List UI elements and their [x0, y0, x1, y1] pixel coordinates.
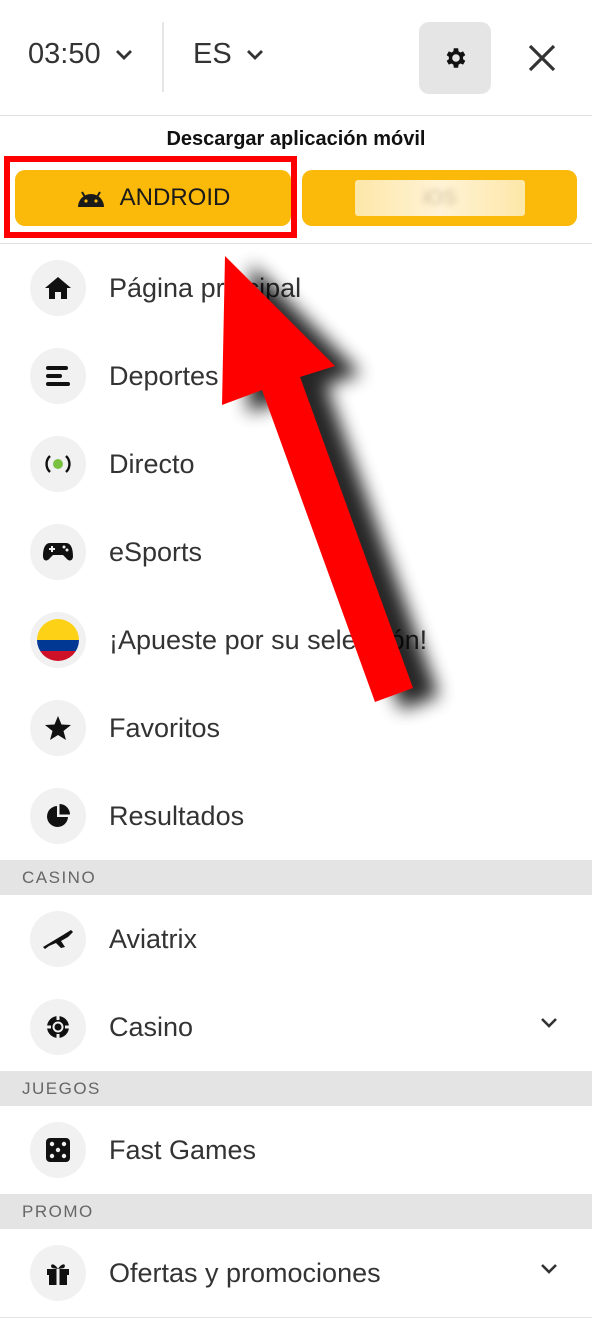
highlight-box: [4, 156, 297, 238]
gear-icon: [446, 48, 466, 68]
menu-label: Ofertas y promociones: [109, 1257, 381, 1288]
pie-chart-icon: [30, 788, 86, 844]
top-bar: 03:50 ES: [0, 0, 592, 116]
chevron-down-icon: [246, 49, 263, 60]
menu-item-results[interactable]: Resultados: [0, 772, 592, 861]
gamepad-icon: [30, 524, 86, 580]
section-header-games: JUEGOS: [0, 1071, 592, 1106]
airplane-icon: [30, 911, 86, 967]
colombia-flag-icon: [30, 612, 86, 668]
menu-label: Fast Games: [109, 1134, 257, 1165]
chevron-down-icon[interactable]: [540, 1263, 558, 1275]
divider: [162, 22, 164, 92]
menu-item-casino[interactable]: Casino: [0, 983, 592, 1072]
menu-label: Aviatrix: [109, 923, 198, 954]
menu-label: Favoritos: [109, 712, 221, 743]
casino-chip-icon: [30, 999, 86, 1055]
settings-button[interactable]: [419, 22, 491, 94]
section-label: JUEGOS: [22, 1078, 101, 1098]
time-value: 03:50: [28, 38, 101, 70]
menu-label: Casino: [109, 1011, 194, 1042]
section-header-promo: PROMO: [0, 1194, 592, 1229]
gift-icon: [30, 1245, 86, 1301]
close-icon: [528, 44, 556, 72]
menu-label: Página principal: [109, 272, 302, 303]
ios-label: iOS: [422, 186, 457, 209]
menu-item-live[interactable]: Directo: [0, 420, 592, 509]
menu-item-home[interactable]: Página principal: [0, 244, 592, 333]
section-header-casino: CASINO: [0, 860, 592, 895]
menu-item-esports[interactable]: eSports: [0, 508, 592, 597]
menu-item-offers[interactable]: Ofertas y promociones: [0, 1229, 592, 1318]
dice-icon: [30, 1122, 86, 1178]
menu-label: Resultados: [109, 800, 245, 831]
home-icon: [30, 260, 86, 316]
menu-label: eSports: [109, 536, 203, 567]
section-label: CASINO: [22, 867, 97, 887]
menu-label: ¡Apueste por su selección!: [109, 624, 428, 655]
star-icon: [30, 700, 86, 756]
time-selector[interactable]: 03:50: [28, 38, 133, 71]
close-button[interactable]: [520, 36, 564, 80]
language-value: ES: [193, 38, 232, 70]
chevron-down-icon[interactable]: [540, 1017, 558, 1029]
menu-item-sports[interactable]: Deportes: [0, 332, 592, 421]
menu-item-fast-games[interactable]: Fast Games: [0, 1106, 592, 1195]
ios-download-button[interactable]: iOS: [302, 170, 577, 226]
language-selector[interactable]: ES: [193, 38, 264, 71]
menu-label: Directo: [109, 448, 195, 479]
blurred-label: iOS: [354, 180, 525, 216]
chevron-down-icon: [115, 49, 132, 60]
menu-item-favorites[interactable]: Favoritos: [0, 684, 592, 773]
live-icon: [30, 436, 86, 492]
list-icon: [30, 348, 86, 404]
menu-label: Deportes: [109, 360, 219, 391]
menu-item-aviatrix[interactable]: Aviatrix: [0, 895, 592, 984]
section-label: PROMO: [22, 1201, 94, 1221]
download-title: Descargar aplicación móvil: [166, 128, 426, 150]
menu-item-bet-team[interactable]: ¡Apueste por su selección!: [0, 596, 592, 685]
